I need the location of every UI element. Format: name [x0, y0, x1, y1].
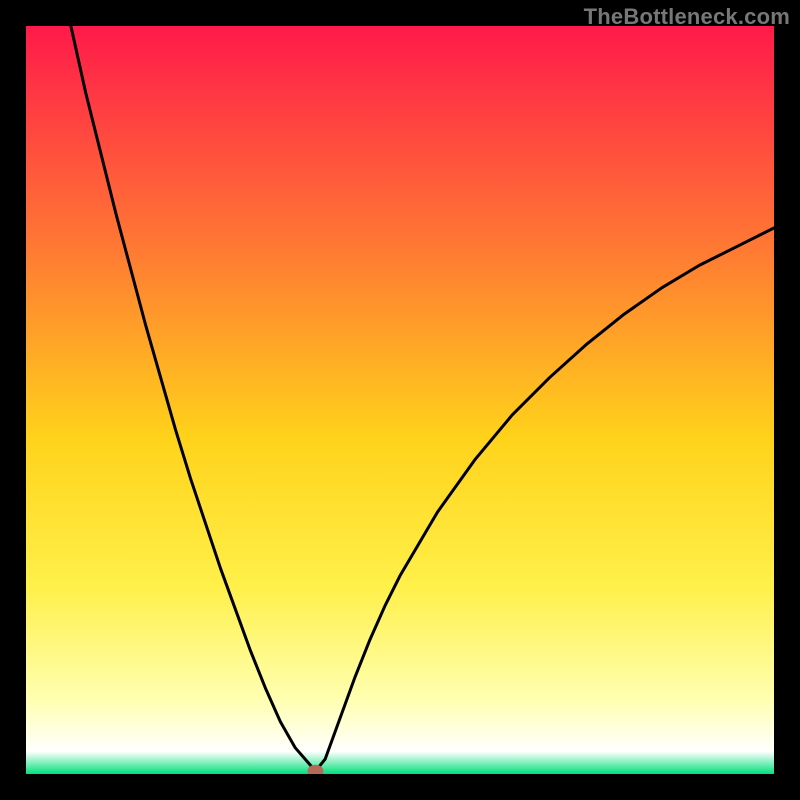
watermark-text: TheBottleneck.com	[584, 4, 790, 30]
chart-background	[26, 26, 774, 774]
chart-svg	[26, 26, 774, 774]
chart-plot-area	[26, 26, 774, 774]
chart-frame: TheBottleneck.com	[0, 0, 800, 800]
